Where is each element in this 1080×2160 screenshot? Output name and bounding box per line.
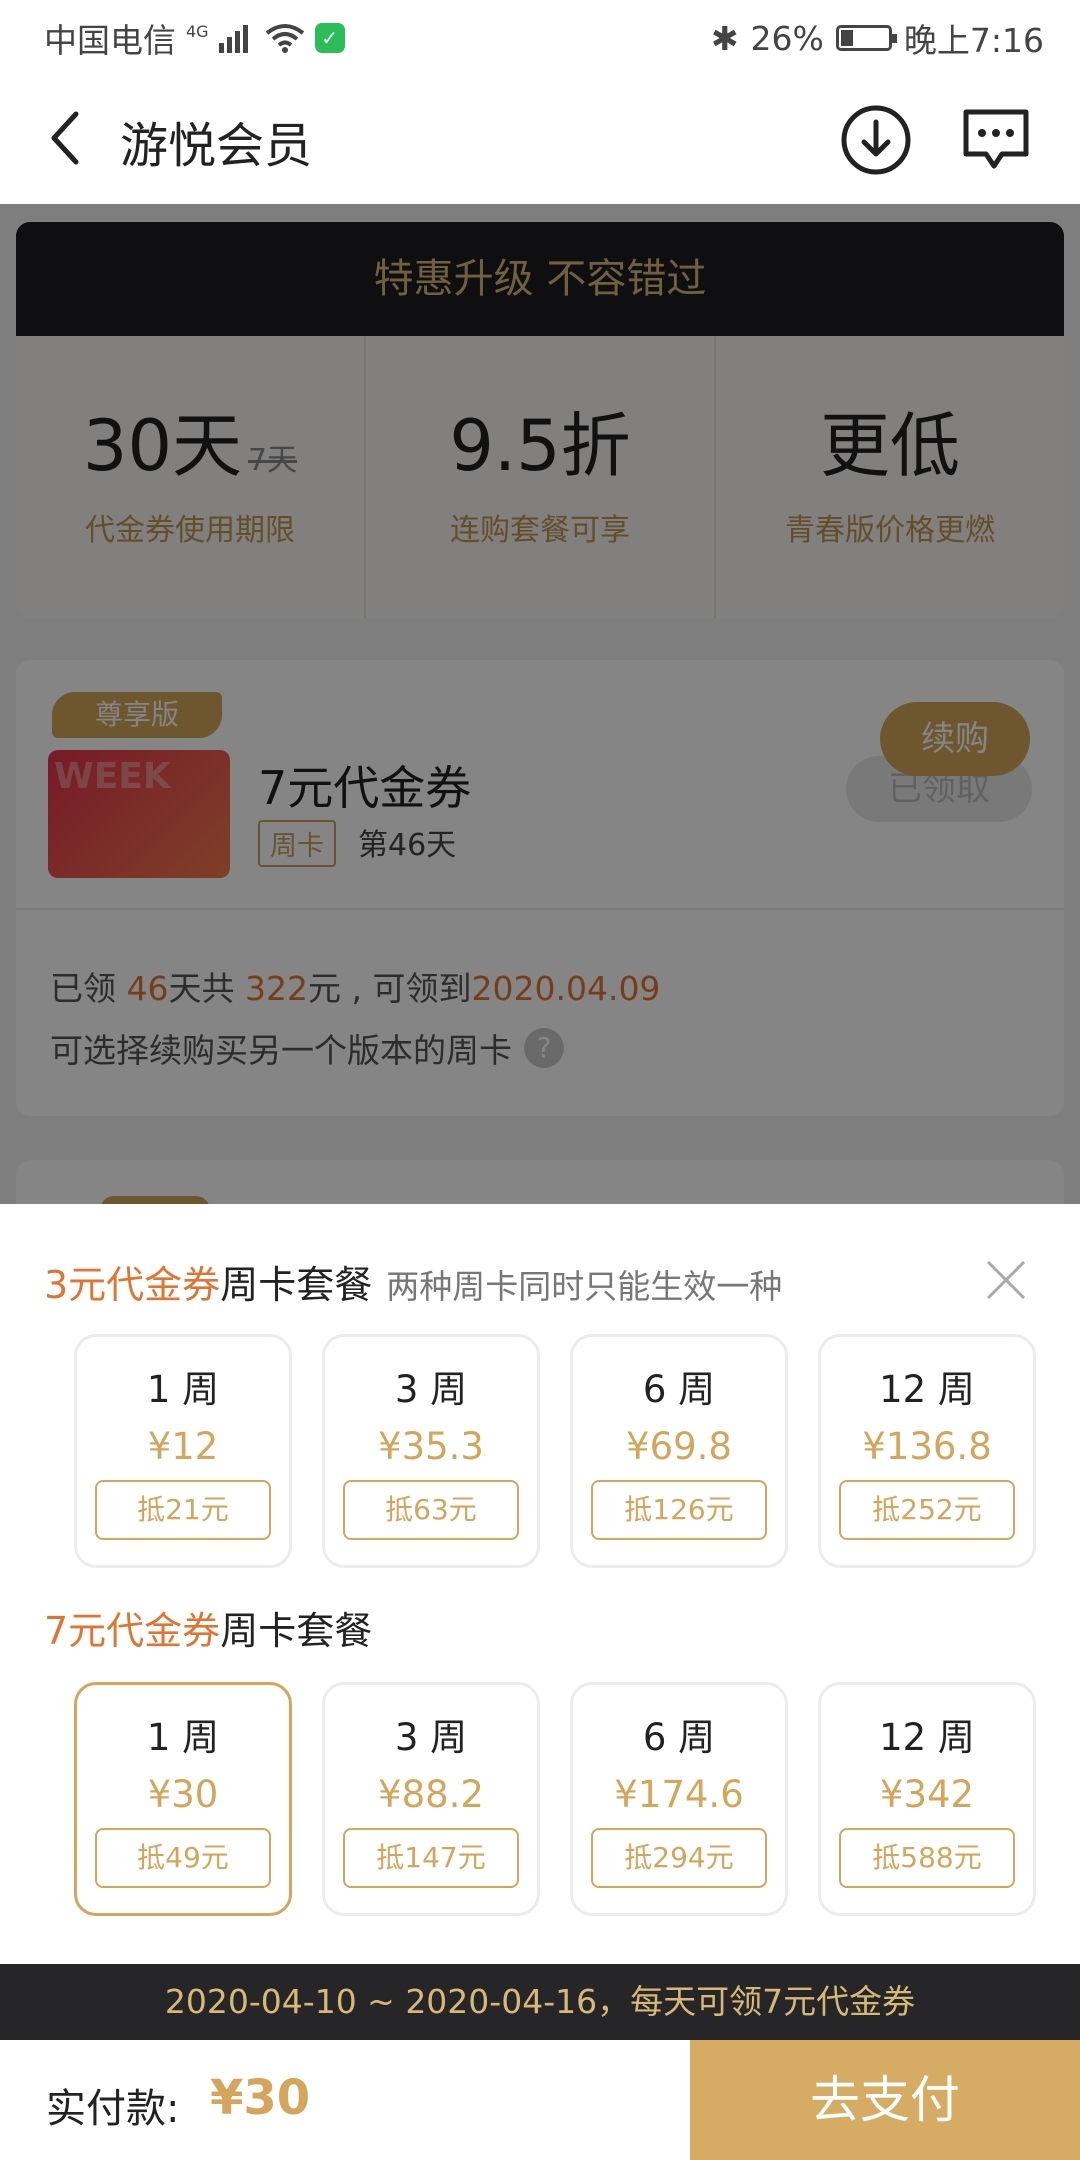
modal-overlay[interactable] <box>0 204 1080 1204</box>
network-label: 4G <box>186 21 209 41</box>
package-option[interactable]: 6 周 ¥69.8 抵126元 <box>570 1334 788 1568</box>
option-price: ¥30 <box>147 1773 219 1816</box>
time-label: 晚上7:16 <box>903 21 1044 60</box>
security-shield-icon: ✓ <box>314 23 345 53</box>
close-icon[interactable] <box>984 1258 1028 1302</box>
message-icon[interactable] <box>958 102 1034 178</box>
validity-notice: 2020-04-10 ~ 2020-04-16，每天可领7元代金券 <box>0 1964 1080 2040</box>
option-price: ¥69.8 <box>626 1425 732 1468</box>
bluetooth-icon: ✱ <box>710 18 739 58</box>
back-arrow-icon[interactable] <box>40 108 100 168</box>
page-title: 游悦会员 <box>120 118 313 174</box>
section-title-3yuan: 3元代金券周卡套餐 两种周卡同时只能生效一种 <box>44 1254 782 1309</box>
option-deduction: 抵588元 <box>839 1828 1015 1888</box>
option-deduction: 抵63元 <box>343 1480 519 1540</box>
download-icon[interactable] <box>838 102 914 178</box>
option-weeks: 6 周 <box>642 1368 716 1411</box>
option-weeks: 1 周 <box>146 1368 220 1411</box>
option-deduction: 抵252元 <box>839 1480 1015 1540</box>
package-option-selected[interactable]: 1 周 ¥30 抵49元 <box>74 1682 292 1916</box>
package-grid-3yuan: 1 周 ¥12 抵21元 3 周 ¥35.3 抵63元 6 周 ¥69.8 抵1… <box>74 1334 1036 1568</box>
option-price: ¥12 <box>147 1425 219 1468</box>
pay-label: 实付款: <box>46 2086 180 2132</box>
option-price: ¥174.6 <box>614 1773 744 1816</box>
package-option[interactable]: 12 周 ¥136.8 抵252元 <box>818 1334 1036 1568</box>
package-grid-7yuan: 1 周 ¥30 抵49元 3 周 ¥88.2 抵147元 6 周 ¥174.6 … <box>74 1682 1036 1916</box>
package-option[interactable]: 1 周 ¥12 抵21元 <box>74 1334 292 1568</box>
package-option[interactable]: 3 周 ¥35.3 抵63元 <box>322 1334 540 1568</box>
section-label: 周卡套餐 <box>220 1263 373 1307</box>
option-price: ¥35.3 <box>378 1425 484 1468</box>
option-weeks: 1 周 <box>146 1716 220 1759</box>
section-note: 两种周卡同时只能生效一种 <box>386 1267 783 1306</box>
package-option[interactable]: 3 周 ¥88.2 抵147元 <box>322 1682 540 1916</box>
signal-icon <box>218 25 248 53</box>
payment-bar: 实付款: ¥30 去支付 <box>0 2040 1080 2160</box>
option-weeks: 12 周 <box>879 1368 975 1411</box>
option-weeks: 3 周 <box>394 1716 468 1759</box>
option-price: ¥88.2 <box>378 1773 484 1816</box>
option-price: ¥342 <box>879 1773 975 1816</box>
battery-icon <box>835 25 897 51</box>
pay-button[interactable]: 去支付 <box>690 2040 1080 2160</box>
battery-percent: 26% <box>750 18 824 58</box>
option-deduction: 抵126元 <box>591 1480 767 1540</box>
option-price: ¥136.8 <box>862 1425 992 1468</box>
option-weeks: 6 周 <box>642 1716 716 1759</box>
pay-amount: ¥30 <box>210 2070 311 2126</box>
option-deduction: 抵147元 <box>343 1828 519 1888</box>
option-deduction: 抵21元 <box>95 1480 271 1540</box>
carrier-label: 中国电信 <box>44 21 176 60</box>
wifi-icon <box>265 24 304 53</box>
status-right: ✱ 26% 晚上7:16 <box>711 14 1044 62</box>
option-weeks: 3 周 <box>394 1368 468 1411</box>
section-voucher: 7元代金券 <box>44 1609 221 1653</box>
option-deduction: 抵294元 <box>591 1828 767 1888</box>
section-label: 周卡套餐 <box>220 1609 373 1653</box>
package-option[interactable]: 6 周 ¥174.6 抵294元 <box>570 1682 788 1916</box>
app-header: 游悦会员 <box>0 72 1080 204</box>
section-title-7yuan: 7元代金券周卡套餐 <box>44 1600 372 1655</box>
option-weeks: 12 周 <box>879 1716 975 1759</box>
option-deduction: 抵49元 <box>95 1828 271 1888</box>
section-voucher: 3元代金券 <box>44 1263 221 1307</box>
status-left: 中国电信 4G ✓ <box>44 14 345 62</box>
status-bar: 中国电信 4G ✓ ✱ 26% 晚上7:16 <box>0 0 1080 72</box>
package-option[interactable]: 12 周 ¥342 抵588元 <box>818 1682 1036 1916</box>
